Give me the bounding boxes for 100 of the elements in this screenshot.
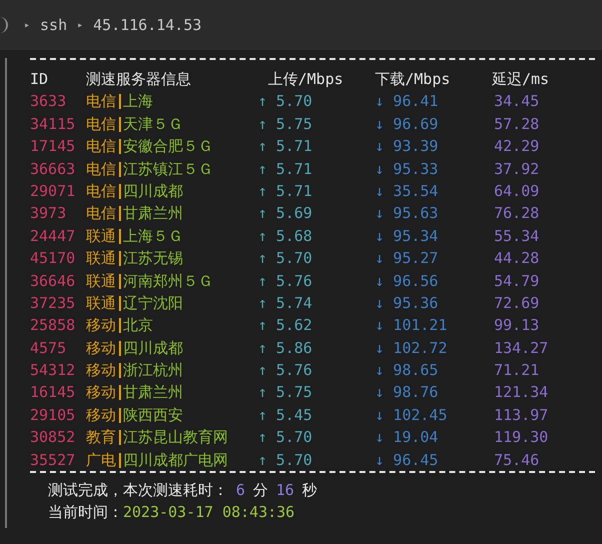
download-speed: ↓ 96.41 bbox=[375, 91, 440, 112]
column-header: 延迟/ms bbox=[492, 69, 550, 90]
latency-value: 57.28 bbox=[493, 114, 540, 135]
isp-name: 教育 bbox=[86, 427, 116, 448]
latency-value: 71.21 bbox=[493, 360, 540, 382]
server-id: 45170 bbox=[30, 248, 76, 270]
server-id: 54312 bbox=[30, 360, 76, 382]
download-speed: ↓ 96.69 bbox=[375, 114, 440, 135]
isp-name: 联通 bbox=[86, 292, 116, 314]
server-id: 29105 bbox=[30, 404, 76, 426]
latency-value: 44.28 bbox=[493, 248, 540, 270]
latency-value: 119.30 bbox=[493, 427, 550, 448]
download-speed: ↓ 19.04 bbox=[375, 427, 440, 448]
breadcrumb-arrow: ▸ bbox=[77, 20, 84, 30]
isp-name: 联通 bbox=[86, 226, 116, 247]
server-id: 24447 bbox=[30, 226, 76, 247]
column-header: 上传/Mbps bbox=[267, 69, 344, 90]
isp-name: 电信 bbox=[86, 158, 116, 180]
server-id: 17145 bbox=[30, 136, 76, 158]
server-location: 四川成都 bbox=[123, 338, 183, 359]
download-speed: ↓ 96.56 bbox=[375, 270, 440, 292]
server-id: 36663 bbox=[30, 158, 76, 180]
download-speed: ↓ 98.76 bbox=[375, 382, 440, 404]
latency-value: 37.92 bbox=[493, 158, 540, 180]
breadcrumb-item[interactable]: ssh bbox=[40, 16, 68, 34]
server-id: 29071 bbox=[30, 180, 76, 202]
time-label: 当前时间： bbox=[48, 502, 123, 524]
server-location: 甘肃兰州 bbox=[123, 382, 183, 404]
breadcrumb-item[interactable]: 45.116.14.53 bbox=[93, 16, 202, 34]
column-header: ID bbox=[30, 69, 50, 90]
minutes-unit: 分 bbox=[253, 480, 268, 502]
latency-value: 99.13 bbox=[493, 315, 540, 336]
upload-speed: ↑ 5.69 bbox=[258, 203, 314, 224]
server-location: 江苏镇江５Ｇ bbox=[123, 158, 213, 180]
server-location: 江苏昆山教育网 bbox=[123, 427, 228, 448]
latency-value: 134.27 bbox=[493, 338, 550, 359]
upload-speed: ↑ 5.75 bbox=[258, 114, 314, 135]
upload-speed: ↑ 5.71 bbox=[258, 180, 314, 202]
download-speed: ↓ 35.54 bbox=[375, 180, 440, 202]
breadcrumb-arrow: ▸ bbox=[24, 20, 30, 30]
server-location: 甘肃兰州 bbox=[123, 203, 183, 224]
minutes-value: 6 bbox=[236, 480, 246, 502]
isp-name: 移动 bbox=[86, 338, 116, 359]
download-speed: ↓ 93.39 bbox=[375, 136, 440, 158]
summary-label: 测试完成，本次测速耗时： bbox=[48, 480, 228, 502]
server-id: 3973 bbox=[30, 203, 68, 224]
latency-value: 42.29 bbox=[493, 136, 540, 158]
latency-value: 34.45 bbox=[493, 91, 540, 112]
latency-value: 64.09 bbox=[493, 180, 540, 202]
server-location: 浙江杭州 bbox=[123, 360, 183, 382]
isp-name: 移动 bbox=[86, 315, 116, 336]
server-id: 3633 bbox=[30, 91, 68, 112]
download-speed: ↓ 98.65 bbox=[375, 360, 440, 382]
isp-name: 电信 bbox=[86, 136, 116, 158]
server-location: 河南郑州５Ｇ bbox=[123, 270, 213, 292]
server-id: 36646 bbox=[30, 270, 76, 292]
upload-speed: ↑ 5.86 bbox=[258, 338, 314, 359]
column-header: 测速服务器信息 bbox=[86, 69, 192, 90]
server-location: 江苏无锡 bbox=[123, 248, 183, 270]
server-location: 北京 bbox=[123, 315, 153, 336]
server-location: 天津５Ｇ bbox=[123, 114, 183, 135]
isp-name: 电信 bbox=[86, 180, 116, 202]
latency-value: 75.46 bbox=[493, 450, 540, 471]
server-location: 陕西西安 bbox=[123, 404, 183, 426]
column-header: 下载/Mbps bbox=[375, 69, 452, 90]
isp-name: 电信 bbox=[86, 91, 116, 112]
server-id: 37235 bbox=[30, 292, 76, 314]
server-location: 四川成都 bbox=[123, 180, 183, 202]
latency-value: 72.69 bbox=[493, 292, 540, 314]
latency-value: 76.28 bbox=[493, 203, 540, 224]
download-speed: ↓ 101.21 bbox=[375, 315, 448, 336]
upload-speed: ↑ 5.70 bbox=[258, 427, 314, 448]
upload-speed: ↑ 5.70 bbox=[258, 91, 314, 112]
isp-name: 联通 bbox=[86, 270, 116, 292]
upload-speed: ↑ 5.75 bbox=[258, 382, 314, 404]
download-speed: ↓ 95.27 bbox=[375, 248, 440, 270]
server-location: 上海 bbox=[123, 91, 153, 112]
download-speed: ↓ 95.33 bbox=[375, 158, 440, 180]
seconds-unit: 秒 bbox=[302, 480, 318, 502]
latency-value: 113.97 bbox=[493, 404, 550, 426]
server-id: 34115 bbox=[30, 114, 76, 135]
server-location: 辽宁沈阳 bbox=[123, 292, 183, 314]
download-speed: ↓ 96.45 bbox=[375, 450, 440, 471]
server-id: 25858 bbox=[30, 315, 76, 336]
isp-name: 移动 bbox=[86, 404, 116, 426]
server-id: 4575 bbox=[30, 338, 68, 359]
upload-speed: ↑ 5.70 bbox=[258, 248, 314, 270]
latency-value: 54.79 bbox=[493, 270, 540, 292]
isp-name: 电信 bbox=[86, 114, 116, 135]
upload-speed: ↑ 5.71 bbox=[258, 136, 314, 158]
upload-speed: ↑ 5.62 bbox=[258, 315, 314, 336]
download-speed: ↓ 95.34 bbox=[375, 226, 440, 247]
latency-value: 55.34 bbox=[493, 226, 540, 247]
download-speed: ↓ 95.36 bbox=[375, 292, 440, 314]
latency-value: 121.34 bbox=[493, 382, 550, 404]
current-time: 2023-03-17 08:43:36 bbox=[123, 502, 295, 524]
upload-speed: ↑ 5.68 bbox=[258, 226, 314, 247]
server-location: 安徽合肥５Ｇ bbox=[123, 136, 213, 158]
upload-speed: ↑ 5.70 bbox=[258, 450, 314, 471]
isp-name: 联通 bbox=[86, 248, 116, 270]
